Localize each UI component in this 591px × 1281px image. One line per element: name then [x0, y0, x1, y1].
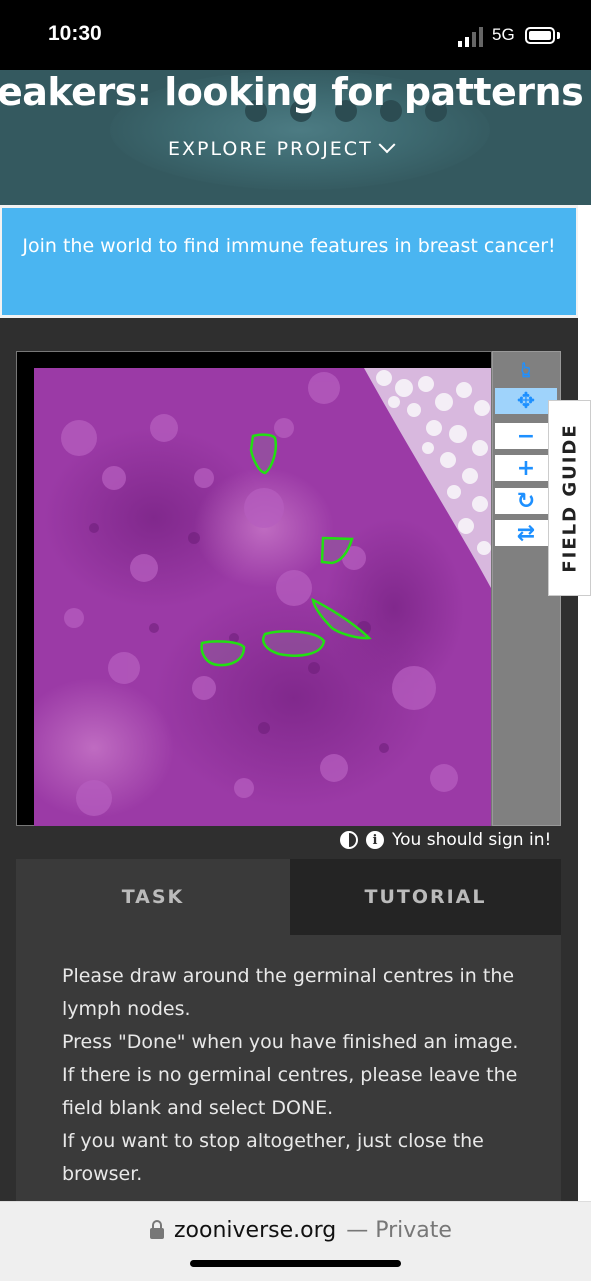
reset-icon: ⇄ [516, 520, 536, 546]
sign-in-row: i You should sign in! [340, 830, 551, 850]
info-icon[interactable]: i [366, 831, 384, 849]
chevron-down-icon [378, 136, 396, 154]
tissue-image[interactable] [34, 368, 491, 826]
private-label: — Private [346, 1218, 452, 1243]
network-label: 5G [492, 25, 515, 44]
task-instructions: Please draw around the germinal centres … [62, 960, 522, 1191]
battery-tip [557, 32, 560, 39]
url-domain: zooniverse.org [174, 1218, 337, 1243]
tissue-svg [34, 368, 491, 826]
sign-in-prompt[interactable]: You should sign in! [392, 830, 551, 850]
move-icon: ✥ [516, 388, 536, 414]
task-tabs: TASK TUTORIAL [16, 859, 561, 935]
subject-viewer[interactable] [16, 351, 492, 826]
instruction-line: If you want to stop altogether, just clo… [62, 1130, 484, 1185]
url-display[interactable]: zooniverse.org — Private [150, 1218, 452, 1243]
zoom-out-icon: − [516, 423, 536, 449]
announcement-banner: Join the world to find immune features i… [0, 205, 578, 318]
page-edge [578, 205, 591, 1205]
zoom-in-icon: + [516, 455, 536, 481]
field-guide-button[interactable]: FIELD GUIDE [548, 400, 591, 596]
signal-icon [458, 27, 483, 47]
pointer-icon: 👆︎ [521, 357, 531, 383]
status-bar: 10:30 5G [0, 0, 591, 70]
announcement-text: Join the world to find immune features i… [2, 208, 576, 315]
rotate-icon: ↻ [516, 488, 536, 514]
explore-project-label: EXPLORE PROJECT [168, 138, 373, 160]
battery-icon [525, 27, 555, 44]
pointer-tool[interactable]: 👆︎ [495, 357, 557, 383]
explore-project-menu[interactable]: EXPLORE PROJECT [168, 136, 396, 160]
field-guide-label: FIELD GUIDE [559, 423, 580, 573]
clock: 10:30 [48, 22, 102, 45]
project-title: eakers: looking for patterns in lym [0, 70, 591, 114]
instruction-line: Press "Done" when you have finished an i… [62, 1031, 519, 1053]
instruction-line: If there is no germinal centres, please … [62, 1064, 518, 1119]
contrast-icon[interactable] [340, 831, 358, 849]
tab-tutorial[interactable]: TUTORIAL [290, 859, 561, 935]
task-panel: Please draw around the germinal centres … [16, 935, 561, 1215]
instruction-line: Please draw around the germinal centres … [62, 965, 515, 1020]
tab-task[interactable]: TASK [16, 859, 290, 935]
browser-address-bar[interactable]: zooniverse.org — Private [0, 1201, 591, 1281]
home-indicator[interactable] [190, 1260, 401, 1267]
lock-icon [150, 1220, 164, 1239]
